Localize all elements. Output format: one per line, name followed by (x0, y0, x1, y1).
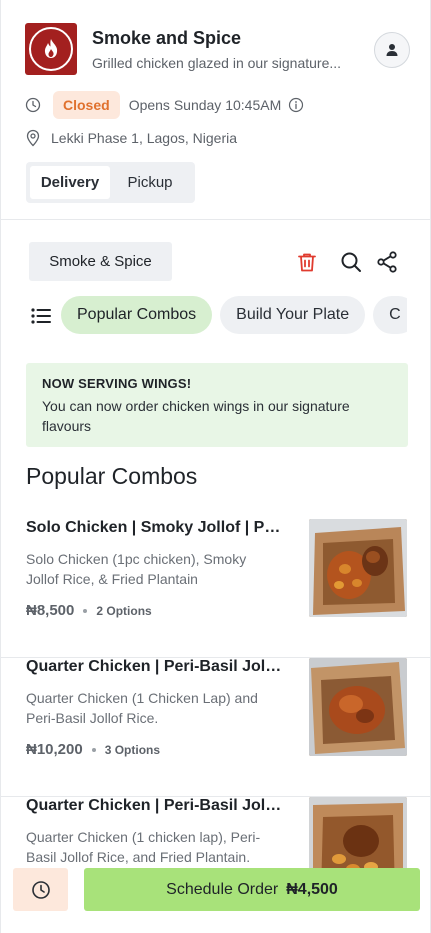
section-title: Popular Combos (26, 463, 198, 489)
schedule-time-button[interactable] (13, 868, 68, 911)
clock-icon (25, 97, 41, 113)
user-icon (386, 44, 398, 56)
item-image (309, 658, 407, 756)
item-description: Solo Chicken (1pc chicken), Smoky Jollof… (26, 551, 247, 587)
item-meta: ₦8,500 2 Options (26, 602, 152, 619)
status-badge: Closed (53, 91, 120, 119)
separator-dot (91, 747, 96, 752)
order-total: ₦4,500 (286, 880, 338, 898)
location-pin-icon (26, 129, 40, 147)
fulfillment-toggle: Delivery Pickup (26, 162, 195, 203)
clock-icon (31, 880, 50, 899)
menu-selector-button[interactable]: Smoke & Spice (29, 242, 172, 281)
separator-dot (83, 608, 88, 613)
category-tabs: Popular Combos Build Your Plate C (61, 296, 407, 336)
item-meta: ₦10,200 3 Options (26, 741, 160, 758)
header-divider (1, 219, 430, 220)
category-list-icon[interactable] (30, 305, 52, 327)
account-button[interactable] (374, 32, 410, 68)
menu-item[interactable]: Solo Chicken | Smoky Jollof | Pla... Sol… (1, 519, 430, 658)
menu-item[interactable]: Quarter Chicken | Peri-Basil Jollof Quar… (1, 658, 430, 797)
search-icon[interactable] (339, 250, 363, 274)
item-name: Quarter Chicken | Peri-Basil Jollof (26, 658, 284, 675)
flame-icon (44, 39, 58, 58)
schedule-order-button[interactable]: Schedule Order ₦4,500 (84, 868, 420, 911)
hours-row: Closed Opens Sunday 10:45AM (25, 90, 304, 120)
category-build-your-plate[interactable]: Build Your Plate (220, 296, 366, 334)
item-description: Quarter Chicken (1 Chicken Lap) and Peri… (26, 690, 258, 726)
schedule-order-label: Schedule Order (166, 880, 279, 898)
item-price: ₦10,200 (26, 741, 83, 758)
item-options: 2 Options (96, 603, 152, 618)
pickup-tab[interactable]: Pickup (110, 166, 190, 199)
share-icon[interactable] (375, 250, 399, 274)
info-icon[interactable] (288, 97, 304, 113)
announcement-banner: NOW SERVING WINGS! You can now order chi… (26, 363, 408, 447)
item-price: ₦8,500 (26, 602, 75, 619)
trash-icon[interactable] (295, 250, 319, 274)
store-address: Lekki Phase 1, Lagos, Nigeria (51, 130, 237, 146)
store-tagline: Grilled chicken glazed in our signature.… (92, 55, 342, 71)
item-image (309, 519, 407, 617)
item-name: Quarter Chicken | Peri-Basil Jollo... (26, 797, 284, 814)
category-next[interactable]: C (373, 296, 407, 334)
item-options: 3 Options (104, 742, 161, 757)
address-row: Lekki Phase 1, Lagos, Nigeria (25, 128, 237, 148)
store-logo (25, 23, 77, 75)
item-name: Solo Chicken | Smoky Jollof | Pla... (26, 519, 284, 536)
item-description: Quarter Chicken (1 chicken lap), Peri-Ba… (26, 829, 261, 865)
delivery-tab[interactable]: Delivery (30, 166, 110, 199)
announcement-body: You can now order chicken wings in our s… (42, 398, 350, 434)
category-popular-combos[interactable]: Popular Combos (61, 296, 213, 334)
opens-time: Opens Sunday 10:45AM (128, 97, 282, 113)
store-name: Smoke and Spice (92, 28, 242, 48)
menu-item[interactable]: Quarter Chicken | Peri-Basil Jollo... Qu… (1, 797, 430, 933)
announcement-title: NOW SERVING WINGS! (42, 376, 192, 391)
store-page: Smoke and Spice Grilled chicken glazed i… (0, 0, 431, 933)
